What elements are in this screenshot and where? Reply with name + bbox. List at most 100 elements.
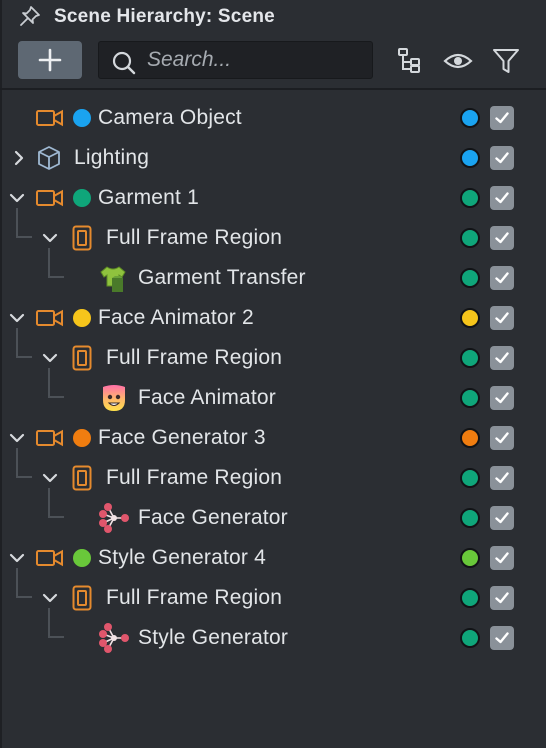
tree-guide-line — [16, 328, 32, 358]
enabled-checkbox[interactable] — [490, 266, 514, 290]
chevron-down-icon[interactable] — [9, 550, 25, 566]
object-color-dot — [73, 189, 91, 207]
row-label: Style Generator 4 — [98, 546, 266, 569]
enabled-checkbox[interactable] — [490, 186, 514, 210]
tree-row[interactable]: Face Animator — [0, 368, 546, 418]
search-icon — [112, 51, 136, 75]
phone-frame-icon — [72, 345, 92, 371]
object-color-dot — [73, 309, 91, 327]
enabled-checkbox[interactable] — [490, 546, 514, 570]
enabled-checkbox[interactable] — [490, 146, 514, 170]
enabled-checkbox[interactable] — [490, 586, 514, 610]
enabled-checkbox[interactable] — [490, 506, 514, 530]
layer-color-dot[interactable] — [460, 508, 480, 528]
checkmark-icon — [495, 232, 509, 244]
layer-color-dot[interactable] — [460, 428, 480, 448]
enabled-checkbox[interactable] — [490, 106, 514, 130]
layer-color-dot[interactable] — [460, 148, 480, 168]
chevron-down-icon[interactable] — [42, 230, 58, 246]
layer-color-dot[interactable] — [460, 108, 480, 128]
chevron-down-icon[interactable] — [9, 430, 25, 446]
row-label: Full Frame Region — [106, 346, 283, 369]
chevron-down-icon[interactable] — [9, 310, 25, 326]
visibility-eye-icon[interactable] — [443, 46, 473, 76]
row-label: Face Animator 2 — [98, 306, 254, 329]
camera-icon — [36, 189, 63, 207]
toolbar-divider — [0, 88, 546, 90]
checkmark-icon — [495, 512, 509, 524]
tree-row[interactable]: Camera Object — [0, 98, 546, 138]
row-label: Lighting — [74, 146, 150, 169]
layer-color-dot[interactable] — [460, 548, 480, 568]
plus-icon — [38, 48, 62, 72]
layer-color-dot[interactable] — [460, 628, 480, 648]
checkmark-icon — [495, 272, 509, 284]
tree-row[interactable]: Garment Transfer — [0, 248, 546, 298]
chevron-right-icon[interactable] — [11, 150, 27, 166]
chevron-down-icon[interactable] — [9, 190, 25, 206]
camera-icon — [36, 549, 63, 567]
tree-row[interactable]: Style Generator 4 — [0, 538, 546, 578]
tree-row[interactable]: Lighting — [0, 138, 546, 178]
row-label: Face Generator — [138, 506, 288, 529]
checkmark-icon — [495, 432, 509, 444]
cube-icon — [38, 146, 60, 170]
search-box[interactable] — [98, 41, 373, 79]
layer-color-dot[interactable] — [460, 268, 480, 288]
enabled-checkbox[interactable] — [490, 226, 514, 250]
enabled-checkbox[interactable] — [490, 626, 514, 650]
chevron-down-icon[interactable] — [42, 590, 58, 606]
enabled-checkbox[interactable] — [490, 306, 514, 330]
row-label: Full Frame Region — [106, 226, 283, 249]
phone-frame-icon — [72, 585, 92, 611]
enabled-checkbox[interactable] — [490, 426, 514, 450]
tree-row[interactable]: Garment 1 — [0, 178, 546, 218]
layer-color-dot[interactable] — [460, 468, 480, 488]
tree-row[interactable]: Face Generator — [0, 488, 546, 538]
camera-icon — [36, 109, 63, 127]
scene-hierarchy-panel: Scene Hierarchy: Scene Search... Camera … — [0, 0, 546, 748]
tree-row[interactable]: Face Generator 3 — [0, 418, 546, 458]
row-label: Face Generator 3 — [98, 426, 266, 449]
tree-guide-line — [48, 608, 64, 638]
layer-color-dot[interactable] — [460, 228, 480, 248]
layer-color-dot[interactable] — [460, 588, 480, 608]
tree-row[interactable]: Full Frame Region — [0, 568, 546, 618]
checkmark-icon — [495, 312, 509, 324]
object-color-dot — [73, 109, 91, 127]
hierarchy-toolbar — [0, 34, 546, 88]
tree-guide-line — [48, 368, 64, 398]
filter-icon[interactable] — [491, 46, 521, 76]
tree-row[interactable]: Full Frame Region — [0, 448, 546, 498]
checkmark-icon — [495, 552, 509, 564]
hierarchy-tree: Camera Object Lighting Garment 1 Full Fr… — [0, 98, 546, 658]
search-input[interactable] — [147, 42, 367, 78]
pin-icon[interactable] — [18, 4, 42, 28]
tree-row[interactable]: Full Frame Region — [0, 208, 546, 258]
phone-frame-icon — [72, 225, 92, 251]
enabled-checkbox[interactable] — [490, 386, 514, 410]
chevron-down-icon[interactable] — [42, 470, 58, 486]
chevron-down-icon[interactable] — [42, 350, 58, 366]
add-object-button[interactable] — [18, 41, 82, 79]
tree-row[interactable]: Style Generator — [0, 608, 546, 658]
row-label: Camera Object — [98, 106, 242, 129]
tree-guide-line — [16, 448, 32, 478]
enabled-checkbox[interactable] — [490, 346, 514, 370]
layer-color-dot[interactable] — [460, 188, 480, 208]
enabled-checkbox[interactable] — [490, 466, 514, 490]
object-color-dot — [73, 429, 91, 447]
tree-row[interactable]: Face Animator 2 — [0, 298, 546, 338]
row-label: Garment 1 — [98, 186, 200, 209]
tree-row[interactable]: Full Frame Region — [0, 328, 546, 378]
hierarchy-view-icon[interactable] — [396, 46, 426, 76]
layer-color-dot[interactable] — [460, 308, 480, 328]
layer-color-dot[interactable] — [460, 388, 480, 408]
row-label: Style Generator — [138, 626, 289, 649]
checkmark-icon — [495, 152, 509, 164]
panel-title: Scene Hierarchy: Scene — [54, 6, 275, 27]
object-color-dot — [73, 549, 91, 567]
ml-network-icon — [99, 503, 129, 533]
layer-color-dot[interactable] — [460, 348, 480, 368]
tshirt-icon — [100, 266, 126, 292]
